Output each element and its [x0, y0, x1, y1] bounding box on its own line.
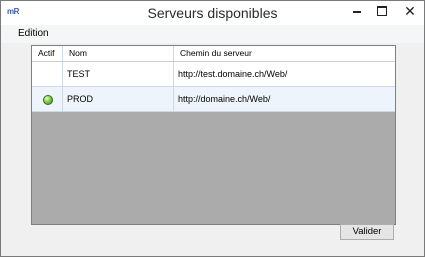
menu-bar: Edition	[1, 25, 424, 43]
table-row[interactable]: TEST http://test.domaine.ch/Web/	[32, 62, 395, 87]
server-path-cell[interactable]: http://domaine.ch/Web/	[174, 87, 395, 112]
active-cell[interactable]	[32, 62, 63, 87]
close-button[interactable]: ✕	[396, 1, 424, 21]
servers-grid[interactable]: Actif Nom Chemin du serveur TEST http://…	[31, 45, 396, 225]
server-name-cell[interactable]: TEST	[63, 62, 174, 87]
active-status-icon	[43, 95, 53, 105]
minimize-button[interactable]	[344, 1, 369, 21]
table-row[interactable]: PROD http://domaine.ch/Web/	[32, 87, 395, 112]
column-header-nom[interactable]: Nom	[63, 46, 174, 62]
column-header-actif[interactable]: Actif	[32, 46, 63, 62]
dialog-client-area: Edition Actif Nom Chemin du serveur TEST…	[1, 25, 424, 256]
menu-edition[interactable]: Edition	[18, 28, 49, 39]
title-bar[interactable]: mR Serveurs disponibles ✕	[1, 1, 424, 25]
dialog-window: mR Serveurs disponibles ✕ Edition Actif …	[0, 0, 425, 257]
server-name-cell[interactable]: PROD	[63, 87, 174, 112]
validate-button[interactable]: Valider	[340, 224, 394, 240]
column-header-chemin[interactable]: Chemin du serveur	[174, 46, 395, 62]
grid-header: Actif Nom Chemin du serveur	[32, 46, 395, 62]
active-cell[interactable]	[32, 87, 63, 112]
maximize-button[interactable]	[369, 1, 394, 21]
server-path-cell[interactable]: http://test.domaine.ch/Web/	[174, 62, 395, 87]
minimize-icon	[353, 11, 361, 13]
maximize-icon	[377, 6, 387, 16]
close-icon: ✕	[404, 3, 416, 19]
